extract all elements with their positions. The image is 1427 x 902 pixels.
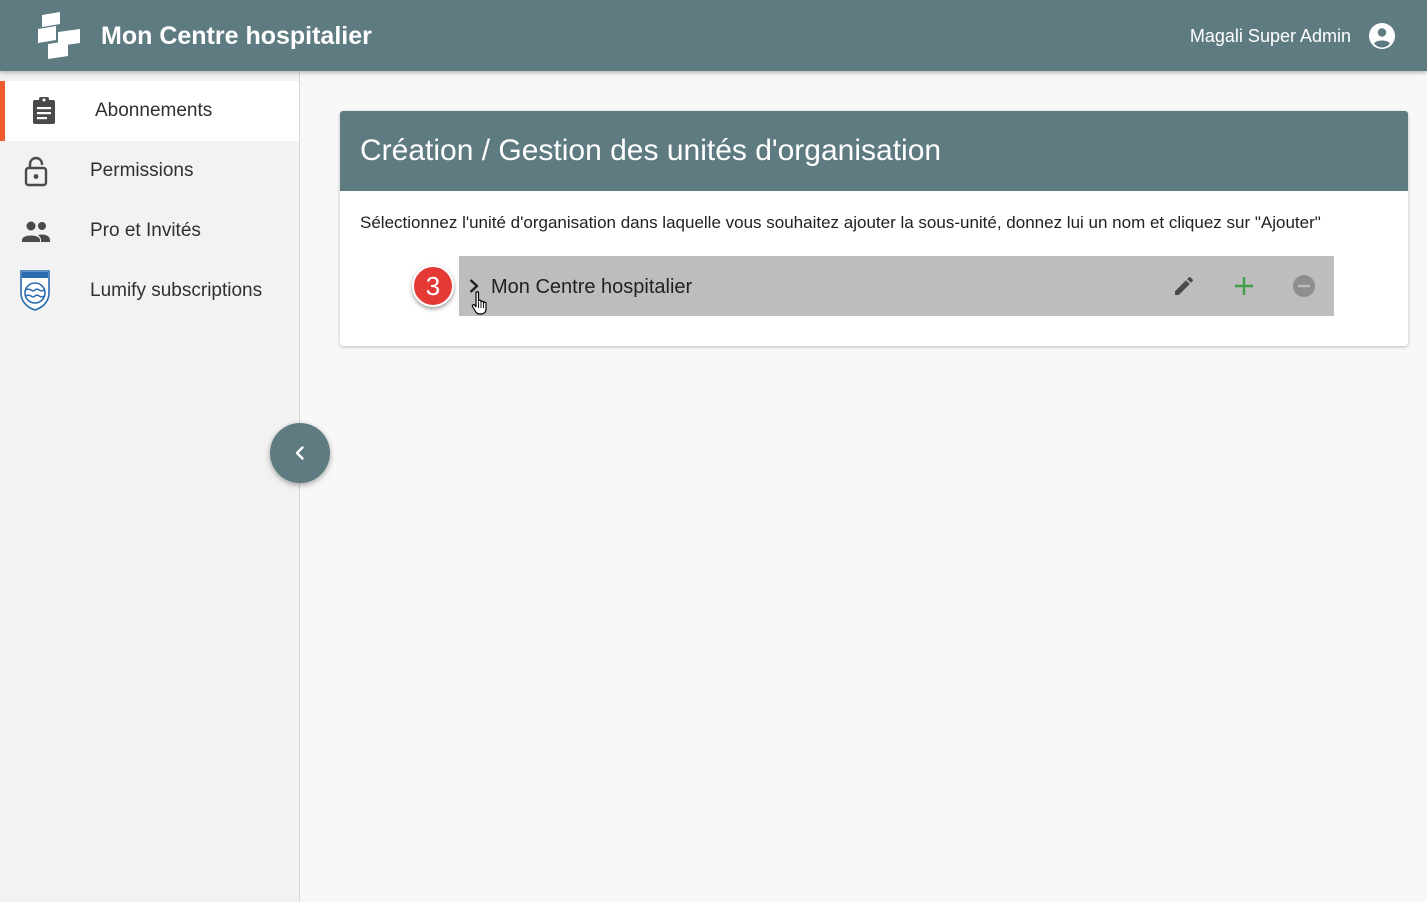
sidebar-item-permissions[interactable]: Permissions — [0, 141, 299, 201]
sidebar-item-label: Permissions — [90, 160, 194, 181]
sidebar-item-label: Pro et Invités — [90, 220, 201, 241]
card-header: Création / Gestion des unités d'organisa… — [340, 111, 1408, 191]
step-number-badge: 3 — [412, 265, 454, 307]
stacked-squares-logo-icon[interactable] — [34, 10, 84, 62]
user-name[interactable]: Magali Super Admin — [1190, 24, 1351, 48]
org-units-card: Création / Gestion des unités d'organisa… — [340, 111, 1408, 346]
tree-node-label[interactable]: Mon Centre hospitalier — [491, 274, 692, 300]
philips-logo-icon — [20, 270, 52, 311]
edit-icon — [1175, 276, 1194, 295]
sidebar-item-label: Abonnements — [95, 100, 213, 121]
hand-pointer-cursor-icon — [470, 290, 490, 316]
lock-open-icon — [20, 155, 52, 187]
sidebar-item-abonnements[interactable]: Abonnements — [0, 81, 299, 141]
add-icon — [1235, 277, 1253, 295]
sidebar-item-lumify-subscriptions[interactable]: Lumify subscriptions — [0, 261, 299, 321]
sidebar-item-label: Lumify subscriptions — [90, 280, 263, 301]
tree-node-row[interactable]: Mon Centre hospitalier — [459, 256, 1334, 316]
add-button[interactable] — [1229, 271, 1259, 301]
clipboard-icon — [28, 95, 60, 127]
remove-icon — [1293, 275, 1315, 297]
chevron-left-icon — [295, 446, 304, 460]
remove-button[interactable] — [1289, 271, 1319, 301]
edit-button[interactable] — [1169, 271, 1199, 301]
collapse-sidebar-button[interactable] — [270, 423, 330, 483]
app-title: Mon Centre hospitalier — [101, 22, 372, 50]
sidebar-item-pro-et-invites[interactable]: Pro et Invités — [0, 201, 299, 261]
people-icon — [20, 215, 52, 247]
sidebar: Abonnements Permissions Pro et Invités L… — [0, 71, 300, 902]
page-title: Création / Gestion des unités d'organisa… — [360, 134, 942, 167]
instructions-text: Sélectionnez l'unité d'organisation dans… — [360, 213, 1321, 232]
top-app-bar: Mon Centre hospitalier Magali Super Admi… — [0, 0, 1427, 71]
account-circle-icon[interactable] — [1368, 22, 1396, 50]
